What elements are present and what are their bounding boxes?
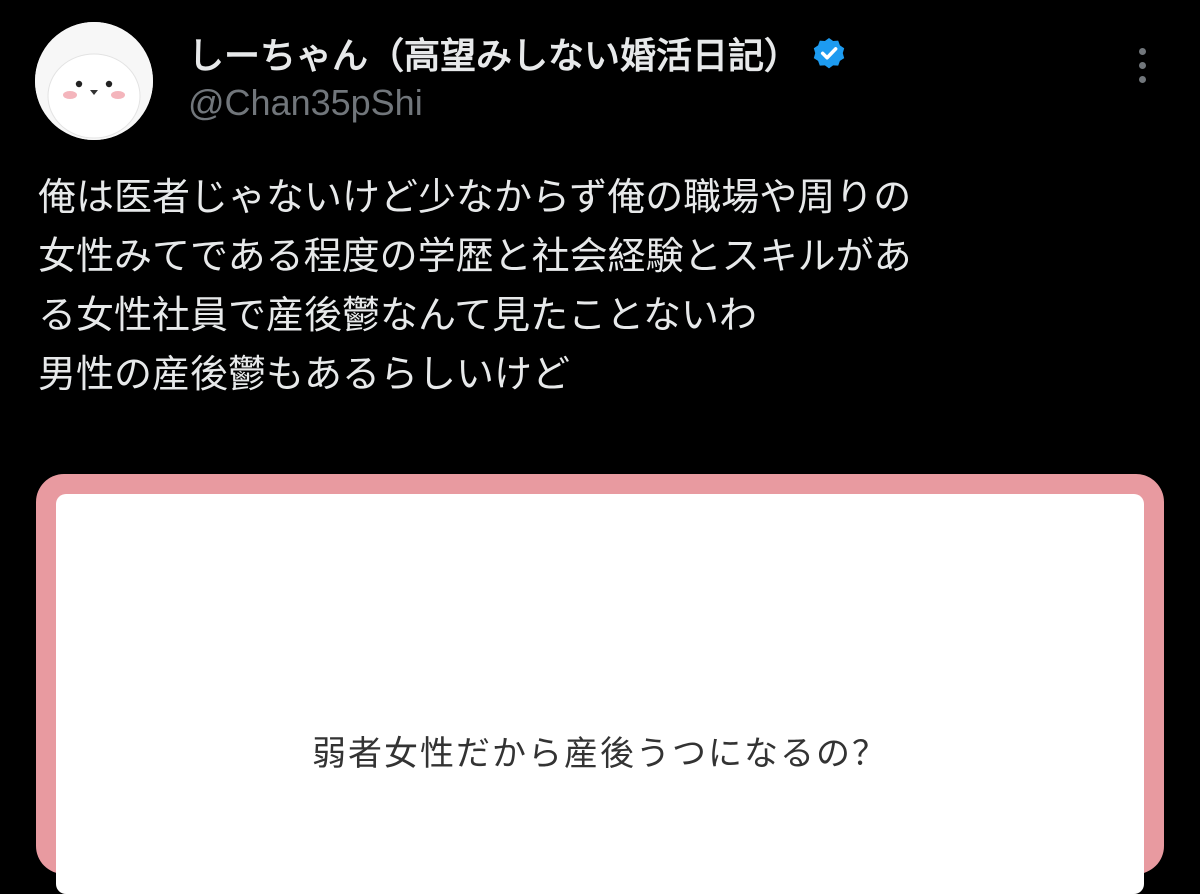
more-vertical-icon-dot (1138, 75, 1146, 83)
media-caption: 弱者女性だから産後うつになるの？ (312, 734, 888, 774)
tweet-text-line: 男性の産後鬱もあるらしいけど (38, 352, 571, 396)
white-bird-avatar-icon (35, 22, 153, 140)
more-vertical-icon (1138, 47, 1146, 55)
tweet-text-line: 女性みてである程度の学歴と社会経験とスキルがあ (38, 234, 912, 278)
verified-badge-icon (810, 34, 848, 72)
tweet-text: 俺は医者じゃないけど少なからず俺の職場や周りの 女性みてである程度の学歴と社会経… (38, 168, 1168, 404)
avatar[interactable] (35, 22, 153, 140)
more-options-button[interactable] (1122, 40, 1162, 90)
tweet: しーちゃん（高望みしない婚活日記） @Chan35pShi 俺は医者じゃないけど… (0, 0, 1200, 894)
author-handle[interactable]: @Chan35pShi (188, 82, 423, 124)
tweet-text-line: る女性社員で産後鬱なんて見たことないわ (38, 293, 757, 337)
media-image-panel: 弱者女性だから産後うつになるの？ (56, 494, 1144, 894)
tweet-text-line: 俺は医者じゃないけど少なからず俺の職場や周りの (38, 175, 912, 219)
author-name-row[interactable]: しーちゃん（高望みしない婚活日記） (188, 27, 848, 79)
media-image[interactable]: 弱者女性だから産後うつになるの？ (36, 474, 1164, 894)
more-vertical-icon-dot (1138, 61, 1146, 69)
author-display-name[interactable]: しーちゃん（高望みしない婚活日記） (188, 27, 800, 79)
